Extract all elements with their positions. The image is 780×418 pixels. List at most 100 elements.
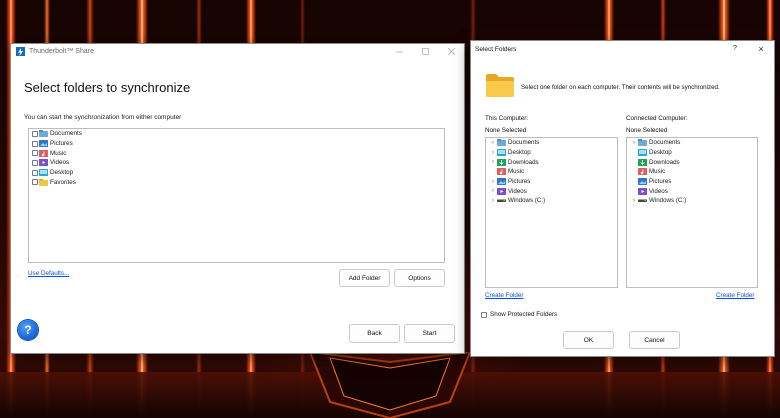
- music-folder-icon: [638, 168, 647, 176]
- folder-item-pictures[interactable]: Pictures: [29, 139, 444, 149]
- folder-item-documents[interactable]: Documents: [29, 129, 444, 139]
- tree-item-documents[interactable]: › Documents: [486, 138, 617, 148]
- tree-item-music[interactable]: Music: [486, 167, 617, 177]
- folder-label: Pictures: [50, 140, 73, 148]
- tree-item-label: Downloads: [649, 158, 680, 166]
- title-bar[interactable]: Thunderbolt™ Share: [11, 44, 464, 59]
- tree-item-label: Pictures: [508, 178, 531, 186]
- help-icon: ?: [733, 45, 737, 52]
- folder-label: Videos: [50, 159, 70, 167]
- tree-item-pictures[interactable]: Pictures: [627, 177, 757, 187]
- show-protected-checkbox[interactable]: [481, 311, 487, 318]
- folder-checkbox[interactable]: [32, 169, 38, 176]
- close-button[interactable]: [438, 44, 464, 59]
- tree-item-videos[interactable]: Videos: [627, 186, 757, 196]
- thunderbolt-share-window: Thunderbolt™ Share Select folders to syn…: [10, 43, 465, 354]
- drive-icon: [497, 197, 506, 204]
- tree-item-downloads[interactable]: Downloads: [627, 157, 757, 167]
- tree-item-label: Pictures: [649, 178, 672, 186]
- ok-button[interactable]: OK: [563, 331, 614, 349]
- chevron-right-icon[interactable]: ›: [489, 150, 497, 156]
- folder-label: Favorites: [50, 178, 76, 186]
- dialog-title-bar[interactable]: Select Folders ? ×: [471, 41, 774, 57]
- tree-item-desktop[interactable]: Desktop: [627, 148, 757, 158]
- start-button[interactable]: Start: [404, 324, 455, 343]
- tree-item-videos[interactable]: › Videos: [486, 186, 617, 196]
- tree-item-windows-drive[interactable]: › Windows (C:): [627, 196, 757, 206]
- tree-item-label: Documents: [508, 139, 540, 147]
- chevron-right-icon[interactable]: ›: [489, 140, 497, 146]
- videos-folder-icon: [497, 187, 506, 195]
- instruction-text: Select one folder on each computer. Thei…: [521, 84, 720, 91]
- tree-item-documents[interactable]: › Documents: [627, 138, 757, 148]
- folder-label: Documents: [50, 130, 82, 138]
- folder-icon: [486, 74, 514, 97]
- drive-icon: [638, 197, 647, 204]
- page-title: Select folders to synchronize: [24, 80, 191, 95]
- this-computer-tree[interactable]: › Documents › Desktop › Downloads Music …: [485, 137, 618, 288]
- close-icon: ×: [758, 43, 764, 54]
- downloads-folder-icon: [497, 158, 506, 166]
- close-icon: [447, 48, 455, 55]
- tree-item-windows-drive[interactable]: › Windows (C:): [486, 196, 617, 206]
- pictures-folder-icon: [497, 178, 506, 186]
- tree-item-label: Windows (C:): [649, 197, 687, 205]
- tree-item-label: Documents: [649, 139, 681, 147]
- maximize-button[interactable]: [412, 44, 438, 59]
- chevron-right-icon[interactable]: ›: [630, 140, 638, 146]
- help-icon: ?: [24, 323, 32, 337]
- desktop-folder-icon: [39, 169, 48, 177]
- folder-item-videos[interactable]: Videos: [29, 158, 444, 168]
- options-button[interactable]: Options: [394, 269, 445, 287]
- create-folder-link-connected[interactable]: Create Folder: [716, 292, 755, 299]
- use-defaults-link[interactable]: Use Defaults...: [28, 270, 69, 277]
- tree-item-label: Music: [649, 168, 666, 176]
- folder-item-desktop[interactable]: Desktop: [29, 168, 444, 178]
- favorites-folder-icon: [39, 178, 48, 186]
- folder-checkbox[interactable]: [32, 150, 38, 157]
- folder-checkbox[interactable]: [32, 179, 38, 186]
- folder-checkbox[interactable]: [32, 130, 38, 137]
- chevron-right-icon[interactable]: ›: [630, 198, 638, 204]
- this-computer-label: This Computer:: [485, 115, 529, 122]
- tree-item-desktop[interactable]: › Desktop: [486, 148, 617, 158]
- pictures-folder-icon: [39, 140, 48, 148]
- minimize-icon: [395, 51, 403, 53]
- show-protected-folders-option[interactable]: Show Protected Folders: [481, 311, 557, 318]
- help-button[interactable]: ?: [18, 320, 38, 340]
- select-folders-dialog: Select Folders ? × Select one folder on …: [470, 40, 775, 357]
- create-folder-link-this[interactable]: Create Folder: [485, 292, 524, 299]
- desktop-folder-icon: [497, 149, 506, 157]
- folder-item-favorites[interactable]: Favorites: [29, 177, 444, 187]
- folder-label: Music: [50, 149, 67, 157]
- folder-item-music[interactable]: Music: [29, 148, 444, 158]
- add-folder-button[interactable]: Add Folder: [339, 269, 390, 287]
- back-button[interactable]: Back: [349, 324, 400, 343]
- videos-folder-icon: [638, 187, 647, 195]
- folder-label: Desktop: [50, 169, 74, 177]
- this-computer-selection: None Selected: [485, 127, 527, 134]
- videos-folder-icon: [39, 159, 48, 167]
- chevron-right-icon[interactable]: ›: [489, 159, 497, 165]
- music-folder-icon: [497, 168, 506, 176]
- shield-emblem-icon: [308, 352, 472, 418]
- connected-computer-selection: None Selected: [626, 127, 668, 134]
- tree-item-label: Music: [508, 168, 525, 176]
- cancel-button[interactable]: Cancel: [629, 331, 680, 349]
- chevron-right-icon[interactable]: ›: [489, 179, 497, 185]
- folder-checkbox[interactable]: [32, 159, 38, 166]
- desktop-folder-icon: [638, 149, 647, 157]
- chevron-right-icon[interactable]: ›: [489, 188, 497, 194]
- folder-checkbox[interactable]: [32, 140, 38, 147]
- folder-checklist[interactable]: Documents Pictures Music Videos Desktop …: [28, 128, 445, 263]
- window-title: Thunderbolt™ Share: [29, 48, 94, 55]
- tree-item-label: Videos: [649, 187, 668, 195]
- chevron-right-icon[interactable]: ›: [489, 198, 497, 204]
- minimize-button[interactable]: [386, 44, 412, 59]
- close-button[interactable]: ×: [748, 41, 774, 56]
- help-button[interactable]: ?: [722, 41, 748, 56]
- tree-item-downloads[interactable]: › Downloads: [486, 157, 617, 167]
- tree-item-pictures[interactable]: › Pictures: [486, 177, 617, 187]
- connected-computer-tree[interactable]: › Documents Desktop Downloads Music Pict…: [626, 137, 758, 288]
- tree-item-music[interactable]: Music: [627, 167, 757, 177]
